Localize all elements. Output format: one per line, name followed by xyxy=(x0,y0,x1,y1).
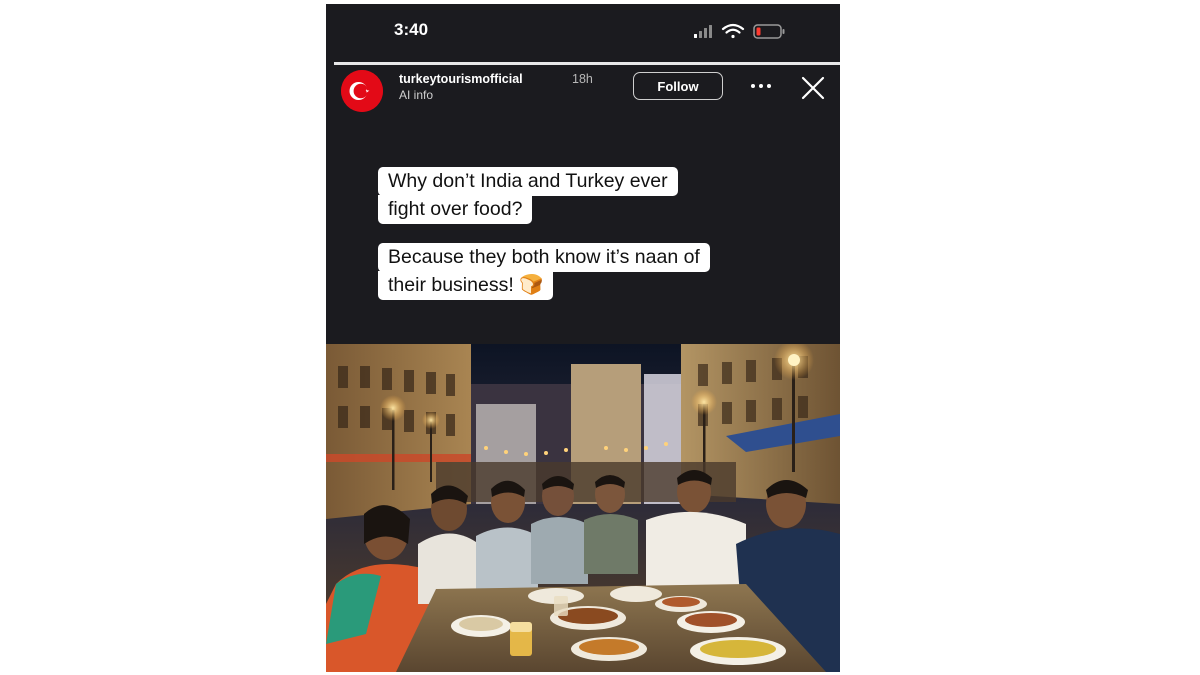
avatar[interactable] xyxy=(341,70,383,112)
caption-question-line1: Why don’t India and Turkey ever xyxy=(378,167,678,196)
close-icon[interactable] xyxy=(800,75,826,101)
status-bar: 3:40 xyxy=(326,4,840,56)
wifi-icon xyxy=(721,23,745,39)
caption-question-line2: fight over food? xyxy=(378,195,533,224)
follow-button[interactable]: Follow xyxy=(633,72,723,100)
caption-answer-line2: their business! 🍞 xyxy=(378,271,554,300)
story-progress-fill xyxy=(334,62,840,65)
more-horizontal-icon[interactable] xyxy=(749,76,773,96)
account-username[interactable]: turkeytourismofficial xyxy=(399,72,523,86)
story-progress-bar xyxy=(334,62,840,65)
caption-answer-line1: Because they both know it’s naan of xyxy=(378,243,710,272)
story-viewer: 3:40 turkeytourismofficial 18h AI info F… xyxy=(326,4,840,672)
status-icons xyxy=(694,23,785,39)
story-header: turkeytourismofficial 18h AI info Follow xyxy=(326,66,840,112)
turkey-flag-icon xyxy=(341,70,383,112)
signal-icon xyxy=(694,25,712,38)
status-time: 3:40 xyxy=(394,20,429,39)
battery-icon xyxy=(753,24,785,39)
ai-info-label[interactable]: AI info xyxy=(399,88,433,102)
post-age: 18h xyxy=(572,72,593,86)
story-photo[interactable] xyxy=(326,344,840,672)
